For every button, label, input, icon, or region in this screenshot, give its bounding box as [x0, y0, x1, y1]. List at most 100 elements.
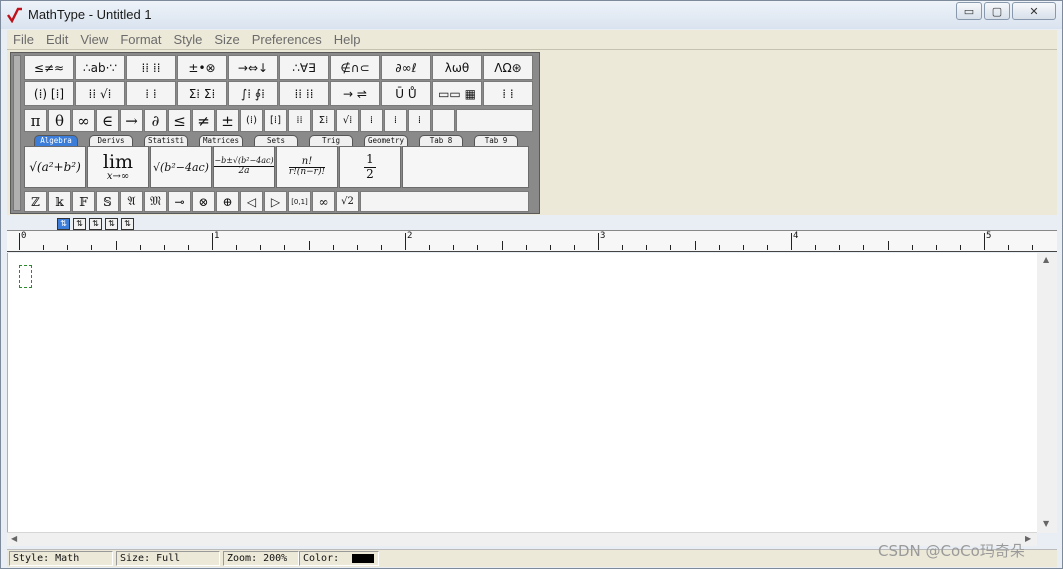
tab-trig[interactable]: Trig — [309, 135, 353, 146]
tab-derivs[interactable]: Derivs — [89, 135, 133, 146]
menu-bar: File Edit View Format Style Size Prefere… — [7, 30, 1057, 50]
menu-format[interactable]: Format — [114, 32, 167, 47]
template-superscript[interactable]: ⁞ — [384, 109, 407, 132]
palette-sets[interactable]: ∉∩⊂ — [330, 55, 380, 80]
ruler-label-0: 0 — [21, 231, 27, 241]
template-one-half[interactable]: 1 2 — [339, 146, 401, 188]
template-quadratic[interactable]: −b±√(b²−4ac) 2a — [213, 146, 275, 188]
symbol-pi[interactable]: π — [24, 109, 47, 132]
tab-geometry[interactable]: Geometry — [364, 135, 408, 146]
template-sum[interactable]: √⁞ — [336, 109, 359, 132]
palette-bars[interactable]: ⁞⁞ ⁞⁞ — [279, 81, 329, 106]
template-parentheses[interactable]: (⁞) — [240, 109, 263, 132]
template-sqrt[interactable]: ⁞ — [360, 109, 383, 132]
empty-slot-cursor[interactable] — [19, 265, 32, 288]
symbol-plus-minus[interactable]: ± — [216, 109, 239, 132]
size-symbol-button[interactable]: ⇅ — [105, 218, 118, 230]
color-swatch[interactable] — [352, 554, 374, 563]
template-discriminant[interactable]: √(b²−4ac) — [150, 146, 212, 188]
palette-boxes[interactable]: ⁞ ⁞ — [483, 81, 533, 106]
menu-edit[interactable]: Edit — [40, 32, 74, 47]
menu-preferences[interactable]: Preferences — [246, 32, 328, 47]
palette-scripts[interactable]: ⁞ ⁞ — [126, 81, 176, 106]
symbol-infinity[interactable]: ∞ — [72, 109, 95, 132]
palette-greek-upper[interactable]: ΛΩ⊛ — [483, 55, 533, 80]
symbol-theta[interactable]: θ — [48, 109, 71, 132]
palette-logic[interactable]: ∴∀∃ — [279, 55, 329, 80]
symbol-interval[interactable]: [0,1] — [288, 191, 311, 212]
template-pythagoras[interactable]: √(a²+b²) — [24, 146, 86, 188]
minimize-button[interactable]: ▭ — [956, 2, 982, 20]
symbol-fraktur-a[interactable]: 𝔄 — [120, 191, 143, 212]
symbol-root-two[interactable]: √2 — [336, 191, 359, 212]
palette-misc[interactable]: ∂∞ℓ — [381, 55, 431, 80]
size-sub-subscript-button[interactable]: ⇅ — [89, 218, 102, 230]
vertical-scrollbar[interactable]: ▲ ▼ — [1037, 253, 1057, 533]
small-row-empty-slot[interactable] — [360, 191, 529, 212]
symbol-less-equal[interactable]: ≤ — [168, 109, 191, 132]
palette-relations[interactable]: ≤≠≈ — [24, 55, 74, 80]
template-braces[interactable]: ⁞⁞ — [288, 109, 311, 132]
size-full-button[interactable]: ⇅ — [57, 218, 70, 230]
symbol-field-f[interactable]: 𝔽 — [72, 191, 95, 212]
symbol-integers[interactable]: ℤ — [24, 191, 47, 212]
tab-matrices[interactable]: Matrices — [199, 135, 243, 146]
tab-algebra[interactable]: Algebra — [34, 135, 78, 146]
window-title: MathType - Untitled 1 — [28, 7, 152, 22]
tab-statistics[interactable]: Statisti — [144, 135, 188, 146]
symbol-infinity-small[interactable]: ∞ — [312, 191, 335, 212]
equation-editor-canvas[interactable] — [7, 253, 1037, 533]
palette-embellishments[interactable]: ⁞⁞ ⁞⁞ — [126, 55, 176, 80]
template-brackets[interactable]: [⁞] — [264, 109, 287, 132]
symbol-right-arrow[interactable]: → — [120, 109, 143, 132]
palette-labeled-arrows[interactable]: → ⇌ — [330, 81, 380, 106]
scroll-down-icon[interactable]: ▼ — [1043, 519, 1049, 528]
template-limit[interactable]: lim x→∞ — [87, 146, 149, 188]
menu-view[interactable]: View — [74, 32, 114, 47]
toolbar-grip[interactable] — [13, 55, 21, 211]
symbol-left-triangle[interactable]: ◁ — [240, 191, 263, 212]
scroll-up-icon[interactable]: ▲ — [1043, 255, 1049, 264]
symbol-circled-times[interactable]: ⊗ — [192, 191, 215, 212]
tab-8[interactable]: Tab 8 — [419, 135, 463, 146]
template-fraction[interactable]: Σ⁞ — [312, 109, 335, 132]
palette-fences[interactable]: (⁞) [⁞] — [24, 81, 74, 106]
size-sub-symbol-button[interactable]: ⇅ — [121, 218, 134, 230]
menu-size[interactable]: Size — [208, 32, 245, 47]
tab-sets[interactable]: Sets — [254, 135, 298, 146]
template-subscript[interactable]: ⁞ — [408, 109, 431, 132]
palette-spaces-ellipses[interactable]: ∴ab·∵ — [75, 55, 125, 80]
size-subscript-button[interactable]: ⇅ — [73, 218, 86, 230]
ruler[interactable]: 0 1 2 3 4 5 — [7, 230, 1057, 252]
symbol-right-triangle[interactable]: ▷ — [264, 191, 287, 212]
palette-integrals[interactable]: ∫⁞ ∮⁞ — [228, 81, 278, 106]
symbol-partial[interactable]: ∂ — [144, 109, 167, 132]
menu-file[interactable]: File — [7, 32, 40, 47]
scroll-left-icon[interactable]: ◀ — [11, 534, 17, 543]
palette-products[interactable]: Ū Ů — [381, 81, 431, 106]
watermark: CSDN @CoCo玛奇朵 — [878, 542, 1025, 560]
template-subsup[interactable] — [432, 109, 455, 132]
menu-style[interactable]: Style — [167, 32, 208, 47]
template-empty-slot[interactable] — [402, 146, 529, 188]
palette-arrows[interactable]: →⇔↓ — [228, 55, 278, 80]
close-button[interactable]: ✕ — [1012, 2, 1056, 20]
scroll-right-icon[interactable]: ▶ — [1025, 534, 1031, 543]
symbol-field-k[interactable]: 𝕜 — [48, 191, 71, 212]
symbol-element-of[interactable]: ∈ — [96, 109, 119, 132]
symbol-empty-slot[interactable] — [456, 109, 533, 132]
palette-fractions-radicals[interactable]: ⁞⁞ √⁞ — [75, 81, 125, 106]
palette-matrices[interactable]: ▭▭ ▦ — [432, 81, 482, 106]
tab-9[interactable]: Tab 9 — [474, 135, 518, 146]
symbol-multimap[interactable]: ⊸ — [168, 191, 191, 212]
maximize-button[interactable]: ▢ — [984, 2, 1010, 20]
palette-operators[interactable]: ±•⊗ — [177, 55, 227, 80]
menu-help[interactable]: Help — [328, 32, 367, 47]
template-combination[interactable]: n! r!(n−r)! — [276, 146, 338, 188]
symbol-set-s[interactable]: 𝕊 — [96, 191, 119, 212]
palette-summations[interactable]: Σ⁞ Σ⁞ — [177, 81, 227, 106]
symbol-not-equal[interactable]: ≠ — [192, 109, 215, 132]
palette-greek-lower[interactable]: λωθ — [432, 55, 482, 80]
symbol-circled-plus[interactable]: ⊕ — [216, 191, 239, 212]
symbol-fraktur-m[interactable]: 𝔐 — [144, 191, 167, 212]
